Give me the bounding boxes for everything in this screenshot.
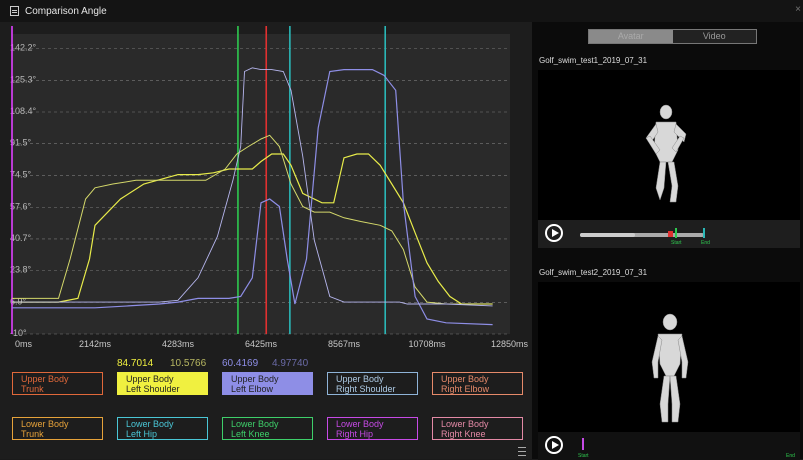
- y-tick-label: 125.3°: [10, 74, 37, 84]
- x-tick-label: 8567ms: [328, 339, 361, 349]
- body-button-line1: Lower Body: [21, 419, 69, 429]
- body-button-lower-left-hip[interactable]: Lower Body Left Hip: [117, 417, 208, 440]
- play-icon-2[interactable]: [545, 436, 563, 454]
- body-button-lower-trunk[interactable]: Lower Body Trunk: [12, 417, 103, 440]
- value-left-shoulder-b: 10.5766: [170, 358, 207, 369]
- x-tick-label: 2142ms: [79, 339, 112, 349]
- plot-frame: [12, 34, 510, 334]
- y-tick-label: 108.4°: [10, 106, 37, 116]
- y-tick-label: 57.6°: [10, 201, 32, 211]
- x-tick-label: 6425ms: [245, 339, 278, 349]
- body-button-line1: Upper Body: [336, 374, 384, 384]
- body-button-line2: Right Shoulder: [336, 384, 396, 394]
- body-button-line2: Right Hip: [336, 429, 374, 439]
- graph-panel: 142.2° 125.3° 108.4° 91.5° 74.5° 57.6° 40.7° 23…: [0, 22, 532, 459]
- value-left-shoulder-a: 84.7014: [117, 358, 154, 369]
- body-button-line1: Upper Body: [441, 374, 489, 384]
- body-button-line2: Right Knee: [441, 429, 486, 439]
- body-button-line1: Lower Body: [336, 419, 384, 429]
- list-menu-icon[interactable]: [518, 447, 526, 456]
- play-icon[interactable]: [545, 224, 563, 242]
- y-tick-label: 23.8°: [10, 265, 32, 275]
- value-left-elbow-b: 4.97740: [272, 358, 309, 369]
- body-button-line1: Lower Body: [126, 419, 174, 429]
- avatar-figure-2: [651, 313, 689, 423]
- avatar-viewport-1[interactable]: [538, 70, 800, 220]
- angle-chart[interactable]: 142.2° 125.3° 108.4° 91.5° 74.5° 57.6° 40.7° 23…: [0, 22, 532, 358]
- body-button-line1: Lower Body: [441, 419, 489, 429]
- y-tick-label: 91.5°: [10, 138, 32, 148]
- body-button-lower-right-hip[interactable]: Lower Body Right Hip: [327, 417, 418, 440]
- body-button-upper-right-shoulder[interactable]: Upper Body Right Shoulder: [327, 372, 418, 395]
- start-marker-1[interactable]: [675, 228, 677, 238]
- end-marker-1[interactable]: [703, 228, 705, 238]
- body-button-line2: Trunk: [21, 384, 44, 394]
- body-button-upper-left-elbow[interactable]: Upper Body Left Elbow: [222, 372, 313, 395]
- body-button-upper-trunk[interactable]: Upper Body Trunk: [12, 372, 103, 395]
- y-tick-label: 142.2°: [10, 43, 37, 53]
- playback-bar-1: Start End: [538, 220, 800, 248]
- avatar-figure-1: [645, 104, 687, 203]
- tab-avatar[interactable]: Avatar: [589, 30, 673, 43]
- y-tick-label: 40.7°: [10, 233, 32, 243]
- y-tick-label: 74.5°: [10, 170, 32, 180]
- body-button-line2: Trunk: [21, 429, 44, 439]
- timeline-progress-1: [580, 233, 635, 237]
- body-button-line2: Left Elbow: [231, 384, 274, 394]
- body-button-line2: Left Shoulder: [126, 384, 180, 394]
- playhead-1[interactable]: [668, 231, 673, 237]
- playback-bar-2: Start End: [538, 432, 800, 460]
- body-button-line1: Lower Body: [231, 419, 279, 429]
- start-label-2: Start: [578, 453, 589, 459]
- x-tick-label: 0ms: [15, 339, 33, 349]
- body-button-lower-left-knee[interactable]: Lower Body Left Knee: [222, 417, 313, 440]
- tab-video[interactable]: Video: [672, 30, 756, 43]
- x-tick-label: 12850ms: [491, 339, 529, 349]
- body-button-line2: Left Knee: [231, 429, 270, 439]
- body-button-line1: Upper Body: [231, 374, 279, 384]
- start-label-1: Start: [671, 240, 682, 246]
- view-toggle[interactable]: Avatar Video: [588, 29, 757, 44]
- angle-values: 84.7014 10.5766 60.4169 4.97740: [0, 358, 532, 372]
- clip2-name: Golf_swim_test2_2019_07_31: [539, 268, 648, 277]
- body-button-line1: Upper Body: [126, 374, 174, 384]
- clip1-name: Golf_swim_test1_2019_07_31: [539, 56, 648, 65]
- end-label-2: End: [786, 453, 795, 459]
- body-button-upper-left-shoulder[interactable]: Upper Body Left Shoulder: [117, 372, 208, 395]
- body-button-line2: Right Elbow: [441, 384, 490, 394]
- x-tick-label: 4283ms: [162, 339, 195, 349]
- body-button-upper-right-elbow[interactable]: Upper Body Right Elbow: [432, 372, 523, 395]
- close-icon[interactable]: ×: [795, 4, 801, 15]
- body-button-lower-right-knee[interactable]: Lower Body Right Knee: [432, 417, 523, 440]
- playhead-2[interactable]: [582, 438, 584, 450]
- title-bar: Comparison Angle ×: [0, 0, 803, 22]
- end-label-1: End: [701, 240, 710, 246]
- document-icon: [10, 6, 19, 16]
- body-button-line2: Left Hip: [126, 429, 158, 439]
- preview-panel: Avatar Video Golf_swim_test1_2019_07_31 …: [532, 22, 803, 460]
- body-button-line1: Upper Body: [21, 374, 69, 384]
- window-title: Comparison Angle: [25, 5, 107, 17]
- value-left-elbow-a: 60.4169: [222, 358, 259, 369]
- x-tick-label: 10708ms: [408, 339, 446, 349]
- avatar-viewport-2[interactable]: [538, 282, 800, 432]
